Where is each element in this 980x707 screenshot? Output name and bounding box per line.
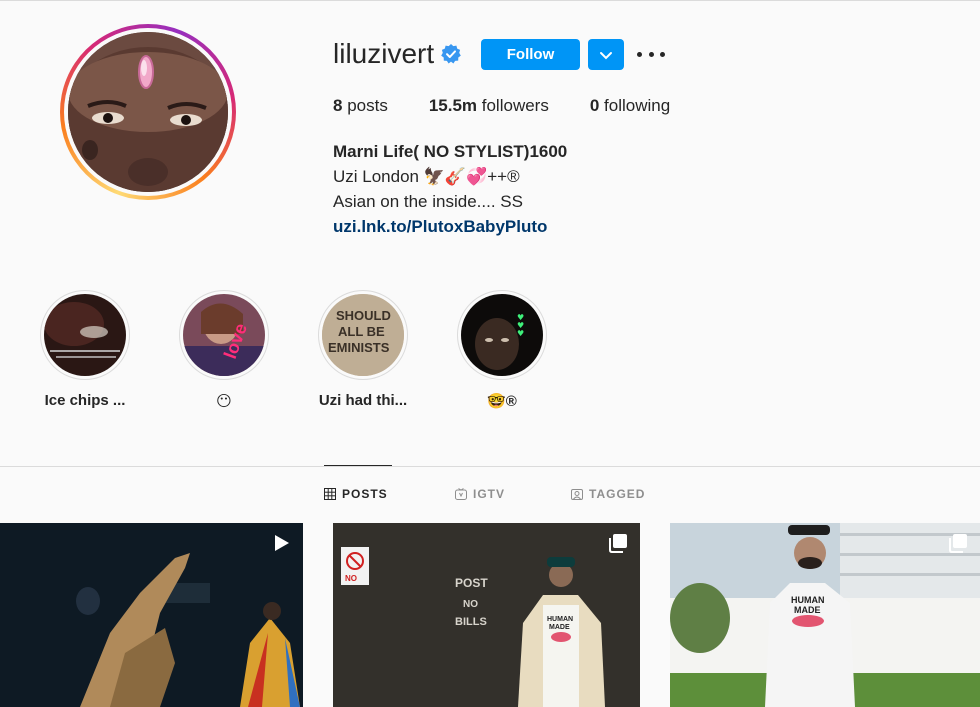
highlight-ring	[40, 290, 130, 380]
highlight-cover: SHOULD ALL BE EMINISTS	[322, 294, 404, 376]
verified-badge-icon	[441, 44, 461, 64]
play-icon	[275, 535, 289, 551]
avatar-image	[68, 32, 228, 192]
post-thumbnail[interactable]: HUMAN MADE	[670, 523, 980, 707]
svg-text:♥: ♥	[517, 329, 524, 338]
followers-label: followers	[477, 96, 549, 115]
svg-text:POST: POST	[455, 576, 488, 590]
carousel-icon	[949, 534, 967, 553]
bio-line: Uzi London 🦅🎸💞++®	[333, 167, 520, 186]
svg-text:NO: NO	[463, 599, 478, 610]
tabs-divider	[0, 466, 980, 467]
tab-igtv[interactable]: IGTV	[455, 487, 505, 501]
highlight-label: 🤓®	[487, 393, 517, 410]
svg-text:HUMAN: HUMAN	[791, 595, 825, 605]
igtv-icon	[455, 488, 467, 500]
following-label: following	[599, 96, 671, 115]
profile-full-name: Marni Life( NO STYLIST)1600	[333, 142, 568, 161]
tab-posts-label: POSTS	[342, 487, 388, 501]
highlight-ring: love	[179, 290, 269, 380]
posts-label: posts	[342, 96, 388, 115]
highlight-cover: love	[183, 294, 265, 376]
post-thumbnail[interactable]: NO POST NO BILLS HUMAN MADE	[333, 523, 640, 707]
profile-avatar[interactable]	[60, 24, 236, 200]
post-image: HUMAN MADE	[670, 523, 980, 707]
posts-stat: 8 posts	[333, 96, 388, 116]
post-thumbnail[interactable]	[0, 523, 303, 707]
grid-icon	[324, 488, 336, 500]
story-highlight[interactable]: ♥ ♥ ♥ 🤓®	[457, 290, 547, 410]
followers-count: 15.5m	[428, 96, 478, 115]
highlight-ring: SHOULD ALL BE EMINISTS	[318, 290, 408, 380]
tagged-icon	[571, 489, 583, 500]
profile-bio: Marni Life( NO STYLIST)1600 Uzi London 🦅…	[333, 139, 567, 239]
highlight-label: Uzi had thi...	[318, 392, 408, 409]
highlight-label: Ice chips ...	[44, 392, 126, 409]
more-dot	[648, 51, 654, 57]
tab-tagged-label: TAGGED	[589, 487, 646, 501]
suggested-accounts-button[interactable]	[588, 39, 624, 70]
carousel-icon	[609, 534, 627, 553]
following-stat[interactable]: 0 following	[590, 96, 670, 116]
chevron-down-icon	[600, 51, 612, 59]
avatar-gap	[64, 28, 232, 196]
story-highlight[interactable]: SHOULD ALL BE EMINISTS Uzi had thi...	[318, 290, 408, 409]
svg-text:HUMAN: HUMAN	[547, 616, 573, 623]
avatar-photo-icon	[68, 32, 228, 192]
story-highlight[interactable]: love 😶	[179, 290, 269, 410]
profile-stats: 8 posts 15.5m followers 0 following	[333, 96, 711, 116]
username: liluzivert	[333, 38, 435, 69]
svg-text:EMINISTS: EMINISTS	[328, 340, 390, 355]
svg-text:NO: NO	[345, 574, 357, 583]
tab-igtv-label: IGTV	[473, 487, 506, 501]
highlight-cover	[44, 294, 126, 376]
tab-posts[interactable]: POSTS	[324, 487, 388, 501]
svg-text:SHOULD: SHOULD	[336, 308, 391, 323]
highlight-cover-image: SHOULD ALL BE EMINISTS	[322, 294, 404, 376]
highlight-cover: ♥ ♥ ♥	[461, 294, 543, 376]
svg-text:BILLS: BILLS	[455, 616, 487, 628]
highlight-ring: ♥ ♥ ♥	[457, 290, 547, 380]
more-dot	[660, 51, 665, 57]
top-border	[0, 0, 980, 1]
post-image: NO POST NO BILLS HUMAN MADE	[333, 523, 640, 707]
bio-link[interactable]: uzi.lnk.to/PlutoxBabyPluto	[333, 214, 567, 239]
story-highlight[interactable]: Ice chips ...	[40, 290, 130, 409]
active-tab-indicator	[324, 465, 392, 466]
highlight-label: 😶	[216, 393, 232, 410]
follow-button[interactable]: Follow	[481, 39, 580, 70]
followers-stat[interactable]: 15.5m followers	[429, 96, 549, 116]
svg-text:MADE: MADE	[794, 605, 821, 615]
more-dot	[637, 51, 642, 57]
highlight-cover-image: ♥ ♥ ♥	[461, 294, 543, 376]
bio-line: Asian on the inside.... SS	[333, 192, 523, 211]
post-image	[0, 523, 303, 707]
highlight-cover-image	[44, 294, 126, 376]
more-options-icon[interactable]	[637, 44, 665, 64]
svg-text:ALL BE: ALL BE	[338, 324, 385, 339]
svg-text:MADE: MADE	[549, 624, 570, 631]
following-count: 0	[589, 96, 600, 115]
highlight-cover-image: love	[183, 294, 265, 376]
tab-tagged[interactable]: TAGGED	[571, 487, 645, 501]
